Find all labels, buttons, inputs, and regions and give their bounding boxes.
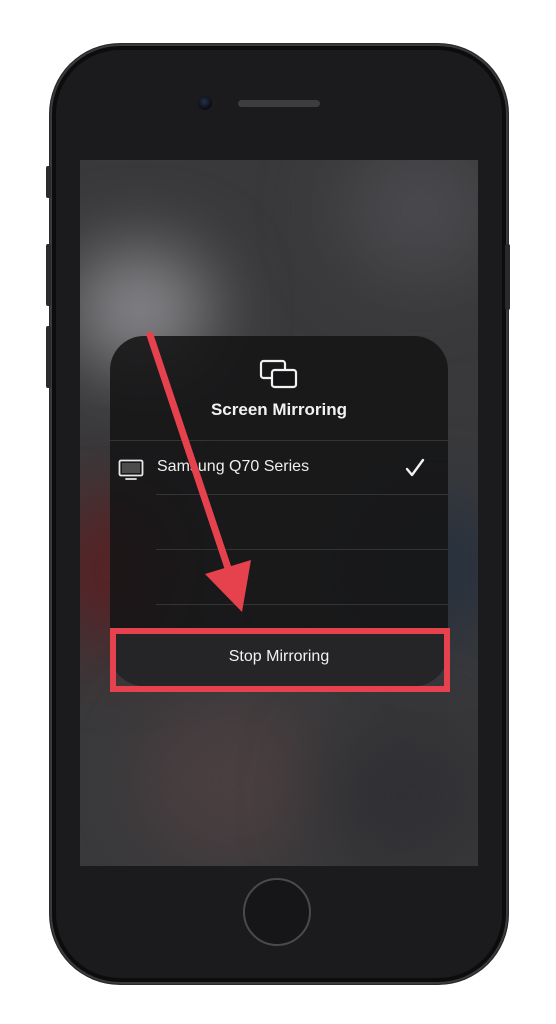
empty-device-row bbox=[156, 550, 448, 604]
home-button[interactable] bbox=[243, 878, 311, 946]
silent-switch bbox=[46, 166, 51, 198]
panel-header: Screen Mirroring bbox=[110, 336, 448, 440]
volume-up-button bbox=[46, 244, 51, 306]
earpiece-speaker bbox=[238, 100, 320, 107]
volume-down-button bbox=[46, 326, 51, 388]
highlight-box bbox=[110, 628, 450, 692]
device-label: Samsung Q70 Series bbox=[157, 458, 310, 475]
background-blur bbox=[140, 700, 320, 860]
background-blur bbox=[320, 720, 478, 866]
background-blur bbox=[340, 160, 478, 280]
checkmark-icon bbox=[405, 458, 425, 477]
screen-mirroring-icon bbox=[259, 359, 298, 389]
stage: Screen Mirroring Samsung Q70 Series Stop… bbox=[0, 0, 556, 1024]
empty-device-row bbox=[156, 495, 448, 549]
divider bbox=[156, 604, 448, 605]
tv-icon bbox=[118, 459, 144, 480]
power-button bbox=[505, 244, 510, 310]
panel-title: Screen Mirroring bbox=[210, 400, 348, 419]
device-row-samsung-q70[interactable]: Samsung Q70 Series bbox=[110, 441, 448, 494]
front-camera bbox=[198, 96, 212, 110]
